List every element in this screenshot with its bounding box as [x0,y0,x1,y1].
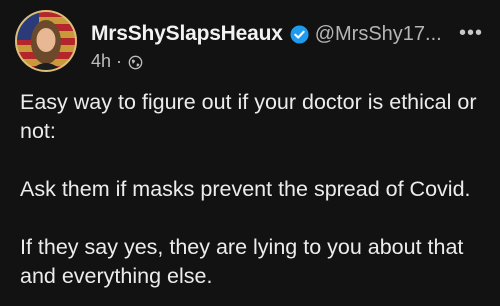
globe-icon [128,54,143,70]
post-meta: 4h · [91,51,143,72]
meta-separator: · [116,51,123,71]
post-timestamp[interactable]: 4h [91,51,111,72]
post-paragraph: Easy way to figure out if your doctor is… [20,90,477,143]
user-handle[interactable]: @MrsShy17... [315,23,442,46]
post: MrsShySlapsHeaux @MrsShy17... ••• 4h · E… [0,0,500,306]
display-name[interactable]: MrsShySlapsHeaux [91,22,283,46]
verified-badge-icon [290,24,309,44]
avatar[interactable] [15,10,77,72]
post-paragraph: If they say yes, they are lying to you a… [20,235,464,288]
post-paragraph: Ask them if masks prevent the spread of … [20,177,471,201]
more-options-icon[interactable]: ••• [459,22,483,45]
post-header: MrsShySlapsHeaux @MrsShy17... [91,22,442,46]
post-body: Easy way to figure out if your doctor is… [20,88,490,291]
